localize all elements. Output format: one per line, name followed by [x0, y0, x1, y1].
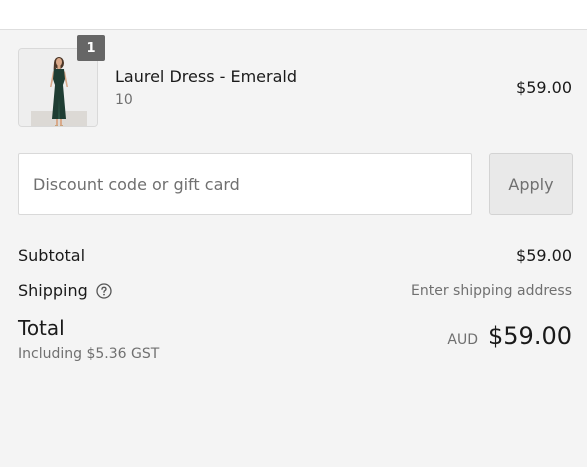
product-thumbnail-wrapper: 1	[18, 35, 105, 127]
shipping-label: Shipping	[18, 281, 88, 300]
subtotal-label: Subtotal	[18, 246, 86, 265]
tax-note: Including $5.36 GST	[18, 346, 160, 362]
product-variant: 10	[115, 92, 133, 108]
subtotal-value: $59.00	[516, 246, 572, 265]
product-price: $59.00	[516, 78, 572, 97]
header-bar	[0, 0, 587, 30]
discount-code-input[interactable]	[18, 153, 472, 215]
total-amount: $59.00	[488, 322, 572, 350]
product-name: Laurel Dress - Emerald	[115, 67, 297, 86]
total-amount-group: AUD $59.00	[447, 322, 572, 350]
question-circle-icon[interactable]	[96, 282, 112, 299]
total-label: Total	[18, 316, 65, 340]
shipping-row-label: Shipping	[18, 281, 112, 300]
shipping-value: Enter shipping address	[411, 283, 572, 299]
apply-discount-button[interactable]: Apply	[489, 153, 573, 215]
currency-code: AUD	[447, 332, 479, 348]
quantity-badge: 1	[77, 35, 105, 61]
